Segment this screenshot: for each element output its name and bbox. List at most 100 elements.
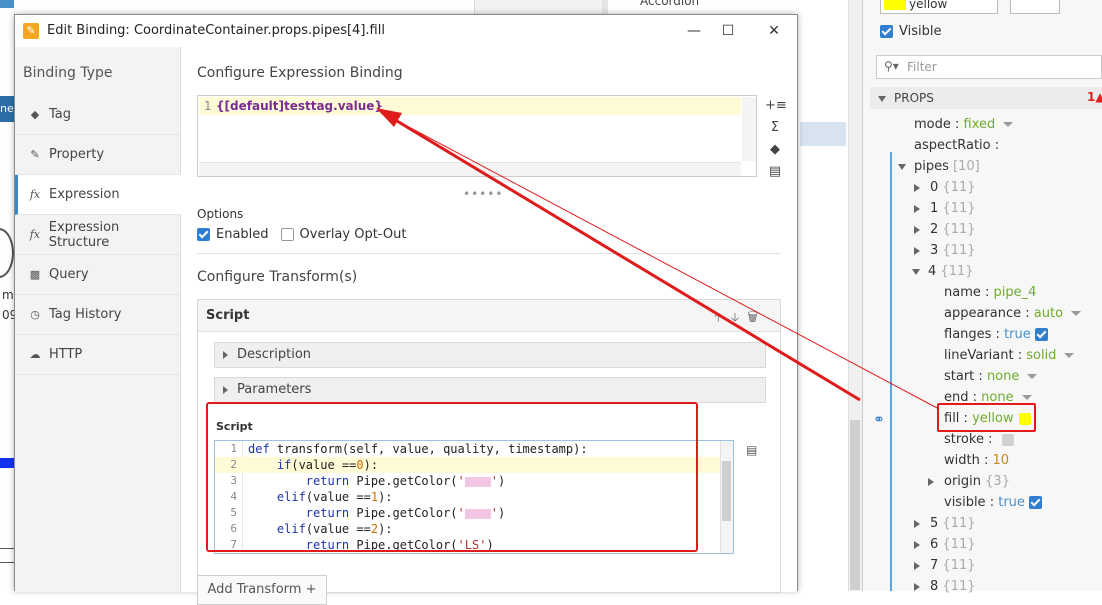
chevron-right-icon — [914, 225, 920, 234]
prop-row-pipe-8[interactable]: 8 {11} — [914, 579, 976, 594]
binding-link-icon[interactable]: ⚭ — [873, 412, 885, 428]
canvas-tab[interactable]: ne- — [0, 96, 14, 122]
dropdown-icon — [1021, 395, 1032, 400]
expression-editor[interactable]: 1 {[default]testtag.value} — [197, 95, 757, 177]
clock-icon: ◷ — [30, 308, 40, 321]
gray-swatch-icon — [1001, 433, 1014, 446]
maximize-icon[interactable]: ☐ — [713, 19, 743, 43]
chevron-right-icon — [914, 183, 920, 192]
prop-row-pipe-5[interactable]: 5 {11} — [914, 516, 976, 531]
add-transform-button[interactable]: Add Transform + — [197, 575, 327, 605]
dropdown-icon — [1027, 374, 1038, 379]
prop-row-pipes[interactable]: pipes [10] — [898, 159, 980, 174]
expression-tools: +≡ Σ ◆ ▤ — [765, 95, 787, 183]
parameters-section[interactable]: Parameters — [214, 377, 766, 403]
prop-row-start[interactable]: start : none — [944, 369, 1038, 384]
trash-icon[interactable]: 🗑 — [747, 310, 766, 324]
tag-browse-icon[interactable]: ◆ — [765, 139, 785, 161]
options-row: Enabled Overlay Opt-Out — [197, 227, 406, 242]
prop-row-stroke[interactable]: stroke : — [944, 432, 1014, 447]
prop-row-pipe-2[interactable]: 2 {11} — [914, 222, 976, 237]
binding-type-title: Binding Type — [23, 65, 113, 81]
prop-row-pipe-4[interactable]: 4 {11} — [912, 264, 974, 279]
canvas-pipe — [0, 458, 14, 468]
prop-row-pipe-1[interactable]: 1 {11} — [914, 201, 976, 216]
sidebar-item-query[interactable]: ▩ Query — [15, 255, 181, 295]
sidebar-item-tag[interactable]: ◆ Tag — [15, 95, 181, 135]
prop-row-origin[interactable]: origin {3} — [928, 474, 1010, 489]
minimize-icon[interactable]: — — [679, 19, 709, 43]
tree-selection-line — [890, 152, 892, 591]
visible-prop-checkbox — [1029, 496, 1043, 509]
filter-input[interactable]: Filter — [876, 55, 1102, 79]
color-swatch[interactable] — [884, 0, 906, 10]
scrollbar-thumb[interactable] — [850, 420, 860, 590]
prop-row-linevariant[interactable]: lineVariant : solid — [944, 348, 1075, 363]
expression-vscroll[interactable] — [742, 97, 756, 161]
visible-checkbox-row[interactable]: Visible — [880, 24, 941, 39]
edit-binding-icon: ✎ — [23, 23, 39, 39]
annotation-fill-highlight — [937, 403, 1036, 432]
line-number: 1 — [204, 99, 212, 113]
chevron-down-icon — [878, 95, 886, 102]
move-up-icon[interactable]: 🡡 — [714, 310, 731, 324]
prop-row-pipe-0[interactable]: 0 {11} — [914, 180, 976, 195]
divider — [197, 253, 781, 254]
binding-type-sidebar: Binding Type ◆ Tag ✎ Property fx Expression… — [15, 47, 181, 592]
close-icon[interactable]: ✕ — [759, 19, 789, 43]
chevron-right-icon — [914, 519, 920, 528]
visible-label: Visible — [899, 24, 942, 39]
enabled-label: Enabled — [216, 227, 269, 242]
canvas-text: m — [2, 288, 14, 302]
sidebar-item-expression[interactable]: fx Expression — [15, 175, 181, 215]
search-icon: ⚲▾ — [884, 59, 899, 73]
prop-row-pipe-3[interactable]: 3 {11} — [914, 243, 976, 258]
list-icon[interactable]: ▤ — [765, 161, 785, 183]
options-label: Options — [197, 207, 244, 221]
props-section-header[interactable]: PROPS — [870, 87, 1102, 109]
overlay-optout-checkbox[interactable] — [280, 228, 294, 241]
prop-row-visible[interactable]: visible : true — [944, 495, 1043, 510]
prop-row-pipe-6[interactable]: 6 {11} — [914, 537, 976, 552]
chevron-right-icon — [914, 540, 920, 549]
description-section[interactable]: Description — [214, 342, 766, 368]
script-card-header: Script 🡡🡣🗑 — [198, 300, 780, 332]
chevron-right-icon — [928, 477, 934, 486]
dropdown-icon — [1003, 122, 1014, 127]
insert-property-icon[interactable]: +≡ — [765, 95, 787, 117]
function-sigma-icon[interactable]: Σ — [765, 117, 785, 139]
prop-row-name[interactable]: name : pipe_4 — [944, 285, 1036, 300]
cloud-icon: ☁ — [29, 348, 41, 361]
prop-row-flanges[interactable]: flanges : true — [944, 327, 1048, 342]
dialog-titlebar[interactable]: ✎ Edit Binding: CoordinateContainer.prop… — [15, 15, 797, 47]
canvas-line — [0, 548, 14, 549]
prop-row-width[interactable]: width : 10 — [944, 453, 1009, 468]
resize-handle[interactable]: ••••• — [463, 187, 503, 201]
script-card-title: Script — [206, 308, 250, 323]
dropdown-icon — [1064, 353, 1075, 358]
color-field[interactable] — [1010, 0, 1060, 14]
code-scroll-thumb[interactable] — [722, 461, 731, 521]
expression-code[interactable]: {[default]testtag.value} — [216, 99, 383, 113]
card-tools: 🡡🡣🗑 — [714, 308, 766, 329]
dropdown-icon — [1071, 311, 1082, 316]
prop-row-mode[interactable]: mode : fixed — [914, 117, 1014, 132]
fx-icon: fx — [29, 188, 41, 201]
sidebar-item-expression-structure[interactable]: fx Expression Structure — [15, 215, 181, 255]
expression-hscroll[interactable] — [199, 162, 741, 176]
prop-row-aspect[interactable]: aspectRatio : — [914, 138, 999, 153]
annotation-script-highlight — [206, 402, 698, 552]
components-selection — [800, 122, 846, 146]
sidebar-item-http[interactable]: ☁ HTTP — [15, 335, 181, 375]
dialog-title: Edit Binding: CoordinateContainer.props.… — [47, 23, 385, 38]
prop-row-pipe-7[interactable]: 7 {11} — [914, 558, 976, 573]
list-icon[interactable]: ▤ — [746, 443, 757, 457]
visible-checkbox[interactable] — [880, 25, 893, 38]
sidebar-item-property[interactable]: ✎ Property — [15, 135, 181, 175]
props-badge: 1▲ — [1087, 90, 1102, 104]
move-down-icon[interactable]: 🡣 — [731, 310, 748, 324]
component-item-accordion[interactable]: Accordion — [640, 0, 699, 8]
sidebar-item-tag-history[interactable]: ◷ Tag History — [15, 295, 181, 335]
enabled-checkbox[interactable] — [197, 228, 210, 241]
prop-row-appearance[interactable]: appearance : auto — [944, 306, 1082, 321]
